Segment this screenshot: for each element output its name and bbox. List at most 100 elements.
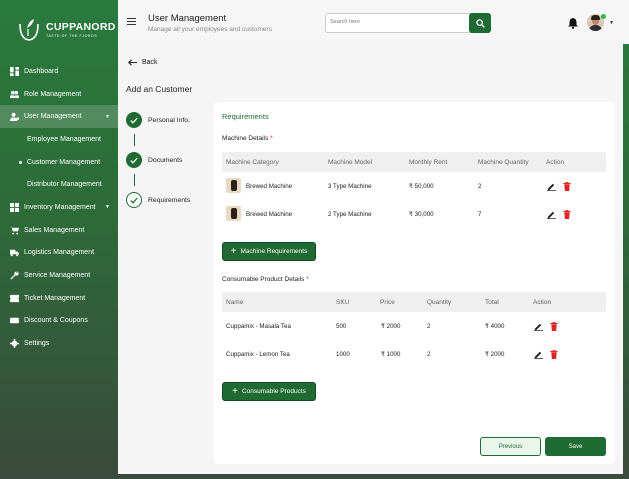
- main-content: Back Add an Customer Personal Info. Docu…: [118, 44, 623, 474]
- ticket-icon: [9, 293, 19, 303]
- user-gear-icon: [9, 112, 19, 122]
- step-label: Documents: [148, 156, 183, 164]
- sidebar-item-settings[interactable]: Settings: [0, 332, 118, 355]
- leaf-cup-icon: [16, 15, 42, 43]
- hamburger-menu-icon[interactable]: [127, 18, 136, 26]
- sidebar-subitem-distributor-management[interactable]: Distributor Management: [0, 173, 118, 196]
- check-icon: [126, 112, 142, 128]
- machine-quantity: 2: [478, 182, 482, 190]
- column-header: Machine Quantity: [478, 158, 529, 166]
- wrench-icon: [9, 271, 19, 281]
- button-label: Consumable Products: [241, 388, 306, 395]
- sidebar-item-logistics-management[interactable]: Logistics Management: [0, 242, 118, 265]
- consumable-details-label: Consumable Product Details: [222, 276, 305, 283]
- add-consumable-products-button[interactable]: + Consumable Products: [222, 382, 316, 401]
- search-box: [325, 13, 491, 33]
- column-header: Total: [485, 298, 499, 306]
- active-dot-icon: [19, 160, 22, 164]
- sidebar-item-role-management[interactable]: Role Management: [0, 83, 118, 106]
- back-link[interactable]: Back: [128, 59, 158, 66]
- page-header-subtitle: Manage all your employees and customers: [148, 26, 272, 33]
- step-documents[interactable]: Documents: [126, 146, 190, 174]
- product-image: [226, 178, 241, 193]
- page-title: Add an Customer: [126, 84, 193, 94]
- column-header: Monthly Rent: [409, 158, 448, 166]
- sidebar-item-label: Sales Management: [24, 226, 85, 234]
- check-icon: [126, 192, 142, 208]
- machine-model: 2 Type Machine: [328, 210, 372, 218]
- sidebar-item-label: Service Management: [24, 272, 91, 280]
- back-label: Back: [142, 59, 158, 66]
- row-actions: [534, 350, 565, 359]
- product-price: ₹ 2000: [381, 322, 401, 330]
- product-total: ₹ 4000: [485, 322, 505, 330]
- sidebar-item-inventory-management[interactable]: Inventory Management ▼: [0, 196, 118, 219]
- sidebar-item-ticket-management[interactable]: Ticket Management: [0, 287, 118, 310]
- plus-icon: +: [232, 385, 238, 397]
- search-button[interactable]: [469, 13, 491, 33]
- machine-details-title: Machine Details *: [222, 135, 273, 142]
- edit-icon[interactable]: [547, 210, 556, 219]
- stepper: Personal Info. Documents Requirements: [126, 106, 190, 214]
- sidebar-item-label: Dashboard: [24, 67, 59, 75]
- sidebar-item-label: Inventory Management: [24, 203, 96, 211]
- chevron-down-icon[interactable]: ▼: [609, 20, 614, 26]
- sidebar-subitem-customer-management[interactable]: Customer Management: [0, 151, 118, 174]
- sidebar-item-dashboard[interactable]: Dashboard: [0, 60, 118, 83]
- sidebar: CUPPANORD TASTE OF THE FJORDS Dashboard …: [0, 0, 118, 479]
- edit-icon[interactable]: [534, 322, 543, 331]
- product-image: [226, 206, 241, 221]
- product-sku: 1000: [336, 350, 350, 358]
- online-status-dot: [601, 14, 606, 19]
- sidebar-item-discount-coupons[interactable]: Discount & Coupons: [0, 310, 118, 333]
- edit-icon[interactable]: [534, 350, 543, 359]
- sidebar-item-sales-management[interactable]: Sales Management: [0, 219, 118, 242]
- add-machine-requirements-button[interactable]: + Machine Requirements: [222, 242, 316, 261]
- column-header: SKU: [336, 298, 350, 306]
- product-quantity: 2: [427, 350, 431, 358]
- trash-icon[interactable]: [563, 210, 571, 219]
- trash-icon[interactable]: [563, 182, 571, 191]
- brand-tagline: TASTE OF THE FJORDS: [46, 33, 98, 38]
- coupon-icon: [9, 316, 19, 326]
- users-icon: [9, 89, 19, 99]
- machine-details-label: Machine Details: [222, 135, 269, 142]
- top-header: User Management Manage all your employee…: [118, 0, 629, 44]
- chevron-down-icon: ▼: [105, 204, 110, 211]
- row-actions: [547, 182, 578, 191]
- step-connector: [134, 134, 135, 146]
- step-personal-info[interactable]: Personal Info.: [126, 106, 190, 134]
- brand-name: CUPPANORD: [46, 20, 116, 33]
- monthly-rent: ₹ 50,000: [409, 182, 434, 190]
- inventory-icon: [9, 202, 19, 212]
- trash-icon[interactable]: [550, 350, 558, 359]
- button-label: Machine Requirements: [240, 248, 308, 255]
- requirements-card: Requirements Machine Details * Machine C…: [214, 102, 615, 464]
- sidebar-subitem-employee-management[interactable]: Employee Management: [0, 128, 118, 151]
- step-connector: [134, 174, 135, 186]
- brand-logo[interactable]: CUPPANORD TASTE OF THE FJORDS: [16, 12, 116, 46]
- truck-icon: [9, 248, 19, 258]
- sidebar-item-label: Discount & Coupons: [24, 317, 88, 325]
- sidebar-item-label: User Management: [24, 113, 82, 121]
- dashboard-icon: [9, 66, 19, 76]
- sidebar-item-service-management[interactable]: Service Management: [0, 264, 118, 287]
- product-quantity: 2: [427, 322, 431, 330]
- edit-icon[interactable]: [547, 182, 556, 191]
- column-header: Machine Model: [328, 158, 373, 166]
- table-header: Name SKU Price Quantity Total Action: [222, 292, 606, 312]
- previous-button[interactable]: Previous: [480, 437, 541, 456]
- trash-icon[interactable]: [550, 322, 558, 331]
- notification-bell-icon[interactable]: [567, 16, 579, 29]
- sidebar-nav: Dashboard Role Management User Managemen…: [0, 60, 118, 355]
- consumable-details-title: Consumable Product Details *: [222, 276, 309, 283]
- sidebar-item-user-management[interactable]: User Management ▼: [0, 105, 118, 129]
- product-total: ₹ 2000: [485, 350, 505, 358]
- machine-model: 3 Type Machine: [328, 182, 372, 190]
- save-button[interactable]: Save: [545, 437, 606, 456]
- step-requirements[interactable]: Requirements: [126, 186, 190, 214]
- step-label: Personal Info.: [148, 116, 190, 124]
- search-input[interactable]: [330, 19, 465, 25]
- column-header: Action: [533, 298, 552, 306]
- step-label: Requirements: [148, 196, 191, 204]
